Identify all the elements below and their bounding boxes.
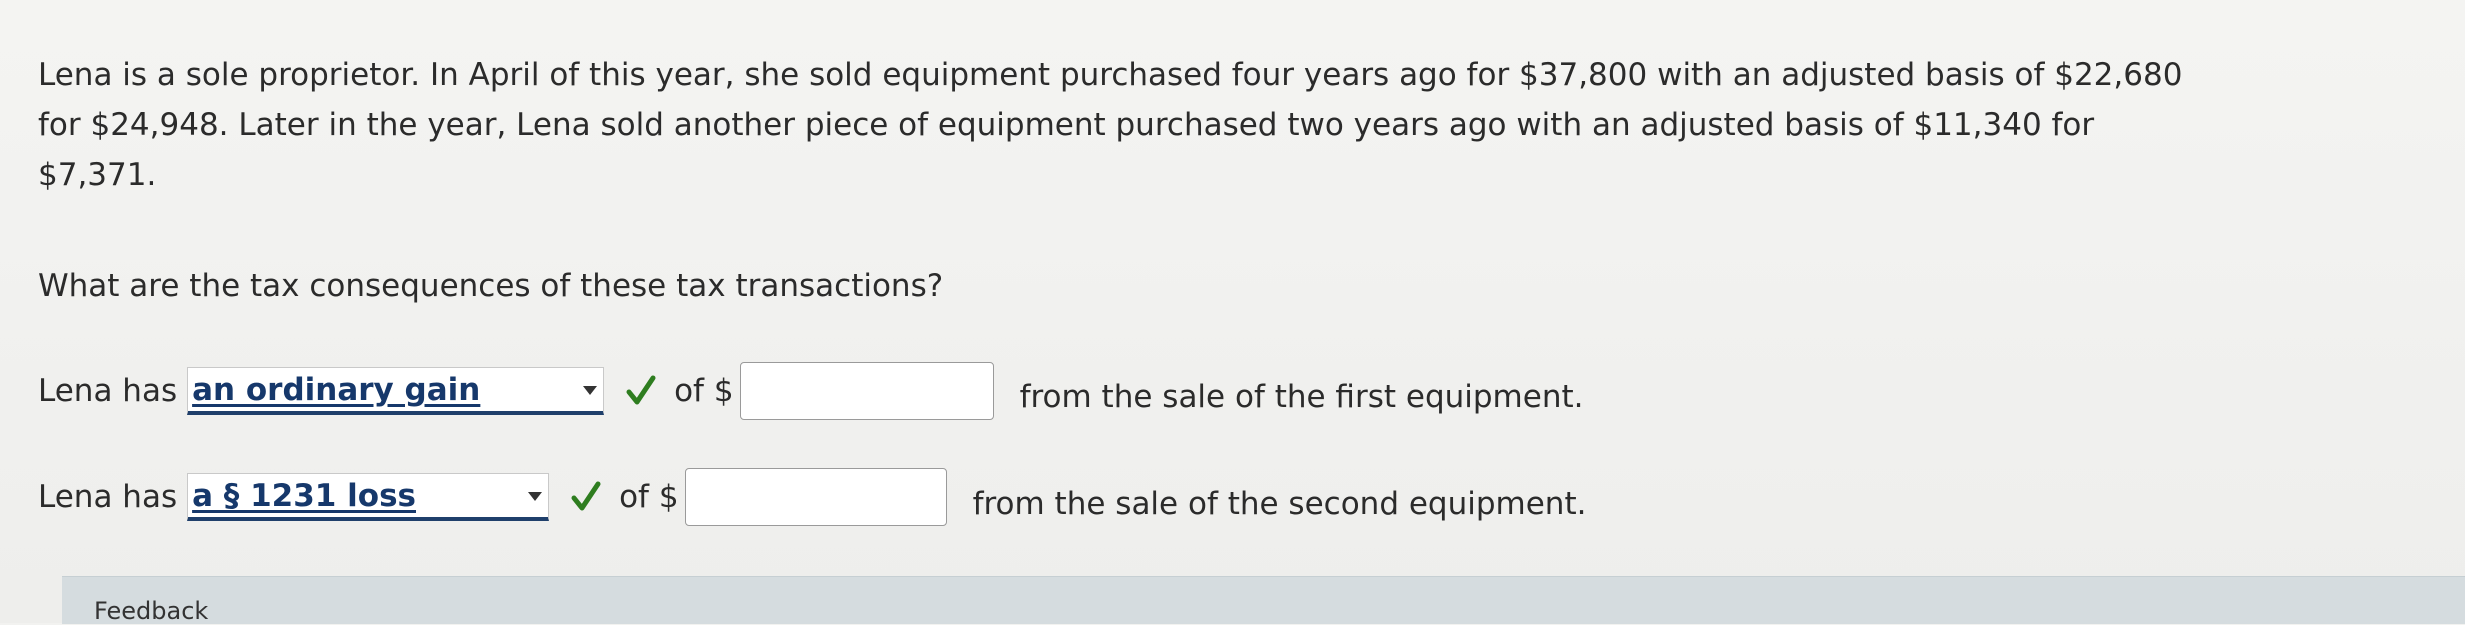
row-lead-text: Lena has — [38, 373, 178, 409]
gain-loss-select-second[interactable]: a § 1231 loss — [187, 473, 550, 521]
question-page: Lena is a sole proprietor. In April of t… — [0, 0, 2465, 625]
feedback-label[interactable]: Feedback — [94, 597, 208, 625]
of-dollar-label: of $ — [674, 373, 734, 409]
question-text: Lena is a sole proprietor. In April of t… — [38, 50, 2418, 200]
feedback-panel[interactable]: Feedback — [62, 576, 2465, 625]
check-icon — [626, 375, 656, 405]
row-tail-text: from the sale of the first equipment. — [1019, 379, 1584, 415]
amount-input-first[interactable] — [739, 362, 994, 420]
select-value: a § 1231 loss — [192, 478, 416, 514]
select-value: an ordinary gain — [192, 372, 481, 408]
caret-down-icon[interactable] — [583, 385, 598, 395]
question-line-2: for $24,948. Later in the year, Lena sol… — [38, 107, 2095, 143]
question-line-3: $7,371. — [38, 157, 157, 193]
question-line-1: Lena is a sole proprietor. In April of t… — [38, 57, 2183, 93]
answer-row-first-equipment: Lena has an ordinary gain of $ from the … — [38, 362, 1583, 420]
answer-row-second-equipment: Lena has a § 1231 loss of $ from the sal… — [38, 468, 1586, 526]
question-prompt: What are the tax consequences of these t… — [38, 268, 944, 304]
row-tail-text: from the sale of the second equipment. — [972, 486, 1587, 522]
amount-input-second[interactable] — [684, 468, 947, 526]
row-lead-text: Lena has — [38, 479, 178, 515]
gain-loss-select-first[interactable]: an ordinary gain — [187, 367, 605, 415]
caret-down-icon[interactable] — [528, 491, 543, 501]
of-dollar-label: of $ — [619, 479, 679, 515]
check-icon — [571, 481, 601, 511]
